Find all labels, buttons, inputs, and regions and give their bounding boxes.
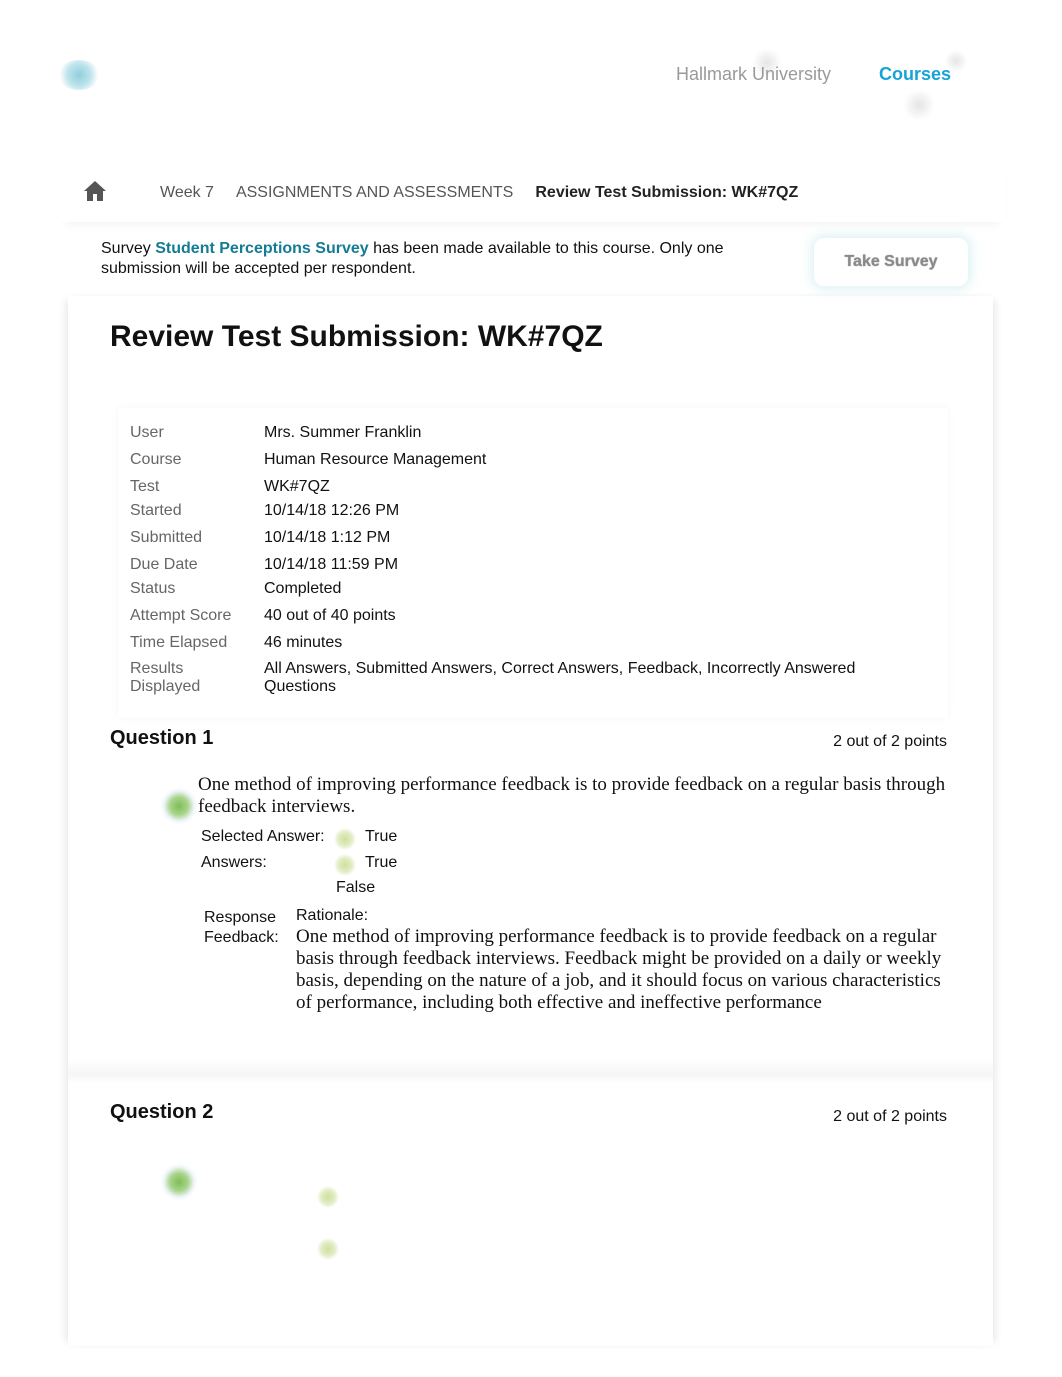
breadcrumb: Week 7 ASSIGNMENTS AND ASSESSMENTS Revie…: [160, 184, 798, 202]
detail-label: Status: [130, 580, 176, 597]
detail-value: Completed: [264, 580, 342, 597]
survey-notice: Survey Student Perceptions Survey has be…: [101, 239, 781, 279]
detail-value: 10/14/18 1:12 PM: [264, 529, 391, 546]
answer-option: False: [336, 879, 376, 896]
detail-value: WK#7QZ: [264, 478, 330, 495]
correct-check-icon: [161, 1164, 197, 1200]
breadcrumb-week[interactable]: Week 7: [160, 184, 214, 202]
selected-answer-label: Selected Answer:: [201, 828, 325, 845]
feedback-title: Rationale:: [296, 907, 369, 924]
courses-link[interactable]: Courses: [879, 64, 951, 85]
correct-answer-icon: [334, 828, 356, 850]
detail-value: All Answers, Submitted Answers, Correct …: [264, 660, 856, 695]
detail-label: Test: [130, 478, 160, 495]
correct-check-icon: [161, 788, 197, 824]
question-divider: [68, 1060, 993, 1084]
notice-prefix: Survey: [101, 240, 156, 257]
detail-label: Results Displayed: [130, 660, 201, 695]
detail-label: Time Elapsed: [130, 634, 228, 651]
decorative-blur: [902, 90, 936, 120]
detail-value: Mrs. Summer Franklin: [264, 424, 422, 441]
answer-option: True: [365, 854, 398, 871]
home-icon[interactable]: [83, 180, 107, 202]
response-feedback-label: Response Feedback:: [204, 909, 279, 946]
detail-value: Human Resource Management: [264, 451, 487, 468]
detail-label: Course: [130, 451, 182, 468]
detail-value: 46 minutes: [264, 634, 343, 651]
selected-answer-value: True: [365, 828, 398, 845]
correct-answer-icon: [317, 1238, 339, 1260]
question-2-title: Question 2: [110, 1101, 214, 1123]
correct-answer-icon: [334, 854, 356, 876]
page-title: Review Test Submission: WK#7QZ: [110, 320, 603, 353]
detail-value: 10/14/18 11:59 PM: [264, 556, 399, 573]
breadcrumb-current: Review Test Submission: WK#7QZ: [535, 184, 799, 201]
feedback-text: One method of improving performance feed…: [296, 926, 942, 1013]
detail-label: Started: [130, 502, 182, 519]
survey-link[interactable]: Student Perceptions Survey: [155, 240, 368, 257]
detail-value: 10/14/18 12:26 PM: [264, 502, 400, 519]
question-1-title: Question 1: [110, 727, 214, 749]
school-name-link[interactable]: Hallmark University: [676, 64, 831, 85]
question-2-points: 2 out of 2 points: [833, 1108, 947, 1125]
question-1-text: One method of improving performance feed…: [198, 774, 946, 817]
breadcrumb-assignments[interactable]: ASSIGNMENTS AND ASSESSMENTS: [236, 184, 513, 202]
detail-label: Submitted: [130, 529, 203, 546]
detail-label: User: [130, 424, 164, 441]
answers-label: Answers:: [201, 854, 267, 871]
detail-label: Due Date: [130, 556, 198, 573]
question-1-points: 2 out of 2 points: [833, 733, 947, 750]
top-nav: Hallmark University Courses: [676, 64, 951, 85]
detail-label: Attempt Score: [130, 607, 232, 624]
take-survey-button[interactable]: Take Survey: [814, 238, 968, 286]
correct-answer-icon: [317, 1186, 339, 1208]
detail-value: 40 out of 40 points: [264, 607, 396, 624]
university-logo-icon[interactable]: [58, 60, 100, 90]
